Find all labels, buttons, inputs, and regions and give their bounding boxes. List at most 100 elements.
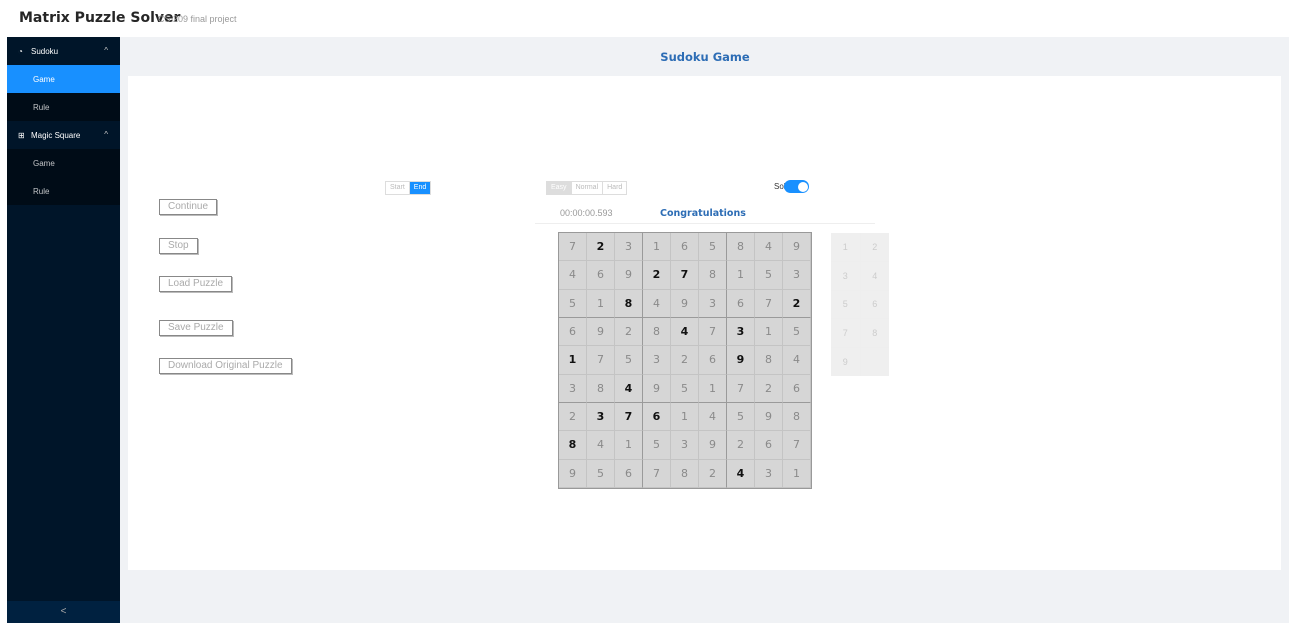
sudoku-cell[interactable]: 4 (783, 346, 811, 375)
difficulty-normal[interactable]: Normal (572, 182, 604, 194)
sudoku-cell[interactable]: 1 (755, 318, 783, 347)
sudoku-cell[interactable]: 4 (755, 233, 783, 262)
sudoku-cell[interactable]: 9 (727, 346, 755, 375)
start-option[interactable]: Start (386, 182, 410, 194)
sudoku-cell[interactable]: 8 (615, 289, 643, 318)
sudoku-cell[interactable]: 2 (671, 346, 699, 375)
solver-toggle[interactable] (784, 180, 809, 193)
sudoku-cell[interactable]: 7 (643, 459, 671, 488)
sidebar-item-sudoku-game[interactable]: Game (7, 65, 120, 93)
sudoku-cell[interactable]: 9 (783, 233, 811, 262)
sudoku-cell[interactable]: 4 (643, 289, 671, 318)
sudoku-cell[interactable]: 6 (755, 431, 783, 460)
number-pad-key[interactable]: 6 (860, 290, 889, 319)
sudoku-cell[interactable]: 2 (755, 374, 783, 403)
sudoku-cell[interactable]: 5 (587, 459, 615, 488)
number-pad-key[interactable]: 7 (831, 319, 860, 348)
sudoku-cell[interactable]: 6 (699, 346, 727, 375)
sudoku-cell[interactable]: 2 (727, 431, 755, 460)
sudoku-cell[interactable]: 8 (699, 261, 727, 290)
download-original-puzzle-button[interactable]: Download Original Puzzle (159, 358, 292, 374)
sudoku-cell[interactable]: 8 (783, 403, 811, 432)
sudoku-cell[interactable]: 3 (755, 459, 783, 488)
sudoku-cell[interactable]: 8 (727, 233, 755, 262)
sudoku-cell[interactable]: 1 (559, 346, 587, 375)
sudoku-cell[interactable]: 5 (699, 233, 727, 262)
sudoku-cell[interactable]: 7 (727, 374, 755, 403)
sudoku-cell[interactable]: 8 (559, 431, 587, 460)
sudoku-cell[interactable]: 1 (783, 459, 811, 488)
sudoku-cell[interactable]: 8 (755, 346, 783, 375)
sudoku-cell[interactable]: 6 (671, 233, 699, 262)
sudoku-cell[interactable]: 4 (615, 374, 643, 403)
sudoku-cell[interactable]: 9 (671, 289, 699, 318)
sidebar-group-magic-square[interactable]: ⊞ Magic Square ^ (7, 121, 120, 149)
sudoku-cell[interactable]: 7 (615, 403, 643, 432)
sidebar-item-magic-game[interactable]: Game (7, 149, 120, 177)
sudoku-cell[interactable]: 9 (699, 431, 727, 460)
number-pad-key[interactable]: 2 (860, 233, 889, 261)
sudoku-cell[interactable]: 4 (699, 403, 727, 432)
sudoku-cell[interactable]: 4 (559, 261, 587, 290)
sidebar-item-magic-rule[interactable]: Rule (7, 177, 120, 205)
sudoku-cell[interactable]: 3 (559, 374, 587, 403)
sudoku-cell[interactable]: 2 (643, 261, 671, 290)
sudoku-cell[interactable]: 5 (643, 431, 671, 460)
sudoku-cell[interactable]: 7 (671, 261, 699, 290)
sudoku-cell[interactable]: 3 (587, 403, 615, 432)
sudoku-cell[interactable]: 6 (615, 459, 643, 488)
sudoku-cell[interactable]: 2 (615, 318, 643, 347)
sudoku-cell[interactable]: 6 (727, 289, 755, 318)
sudoku-cell[interactable]: 4 (587, 431, 615, 460)
difficulty-hard[interactable]: Hard (603, 182, 626, 194)
sudoku-cell[interactable]: 6 (643, 403, 671, 432)
sudoku-cell[interactable]: 9 (587, 318, 615, 347)
sudoku-cell[interactable]: 1 (643, 233, 671, 262)
continue-button[interactable]: Continue (159, 199, 218, 215)
sudoku-cell[interactable]: 5 (615, 346, 643, 375)
end-option[interactable]: End (409, 182, 431, 194)
sudoku-cell[interactable]: 5 (783, 318, 811, 347)
sidebar-item-sudoku-rule[interactable]: Rule (7, 93, 120, 121)
sudoku-cell[interactable]: 3 (643, 346, 671, 375)
sudoku-cell[interactable]: 6 (587, 261, 615, 290)
sudoku-cell[interactable]: 9 (643, 374, 671, 403)
sudoku-cell[interactable]: 4 (671, 318, 699, 347)
sudoku-cell[interactable]: 7 (587, 346, 615, 375)
sudoku-cell[interactable]: 3 (727, 318, 755, 347)
sudoku-cell[interactable]: 5 (559, 289, 587, 318)
sudoku-cell[interactable]: 1 (615, 431, 643, 460)
number-pad-key[interactable]: 5 (831, 290, 860, 319)
sudoku-cell[interactable]: 6 (559, 318, 587, 347)
sudoku-cell[interactable]: 9 (559, 459, 587, 488)
sudoku-cell[interactable]: 5 (671, 374, 699, 403)
sudoku-cell[interactable]: 6 (783, 374, 811, 403)
sudoku-cell[interactable]: 9 (615, 261, 643, 290)
sudoku-cell[interactable]: 2 (559, 403, 587, 432)
sudoku-cell[interactable]: 1 (671, 403, 699, 432)
sudoku-cell[interactable]: 8 (587, 374, 615, 403)
sudoku-cell[interactable]: 7 (699, 318, 727, 347)
sudoku-cell[interactable]: 8 (671, 459, 699, 488)
sudoku-cell[interactable]: 7 (783, 431, 811, 460)
collapse-sidebar-button[interactable]: < (7, 601, 120, 623)
sudoku-cell[interactable]: 3 (615, 233, 643, 262)
number-pad-key[interactable]: 1 (831, 233, 860, 261)
sudoku-cell[interactable]: 2 (699, 459, 727, 488)
sudoku-cell[interactable]: 1 (727, 261, 755, 290)
number-pad-key[interactable]: 4 (860, 261, 889, 290)
sudoku-cell[interactable]: 1 (587, 289, 615, 318)
save-puzzle-button[interactable]: Save Puzzle (159, 320, 233, 336)
sudoku-cell[interactable]: 3 (671, 431, 699, 460)
number-pad-key[interactable]: 3 (831, 261, 860, 290)
stop-button[interactable]: Stop (159, 238, 198, 254)
sudoku-cell[interactable]: 9 (755, 403, 783, 432)
sudoku-cell[interactable]: 3 (783, 261, 811, 290)
number-pad-key[interactable]: 9 (831, 348, 860, 376)
load-puzzle-button[interactable]: Load Puzzle (159, 276, 233, 292)
sudoku-cell[interactable]: 1 (699, 374, 727, 403)
sudoku-cell[interactable]: 5 (755, 261, 783, 290)
sudoku-cell[interactable]: 2 (587, 233, 615, 262)
sudoku-cell[interactable]: 8 (643, 318, 671, 347)
number-pad-key[interactable]: 8 (860, 319, 889, 348)
